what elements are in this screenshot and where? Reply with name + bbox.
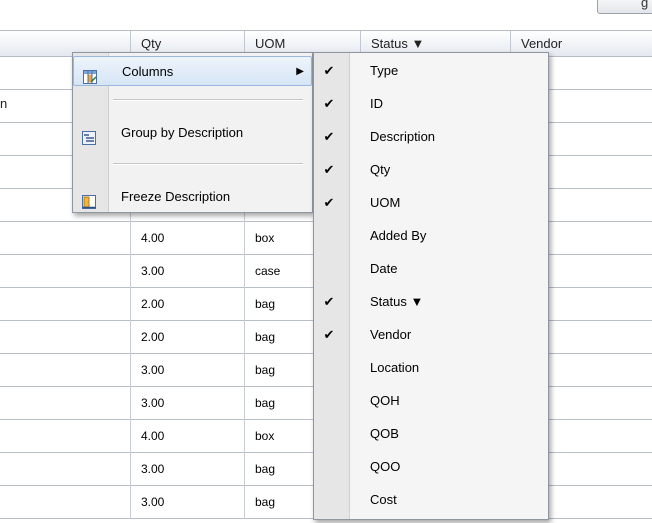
cell-description: [0, 486, 130, 519]
submenu-item-column[interactable]: ✔ Status ▼: [314, 285, 548, 318]
cell-qty: 3.00: [130, 255, 244, 288]
context-menu: Columns ▶ Group by Description Freeze De…: [72, 52, 313, 213]
submenu-item-column[interactable]: Location: [314, 351, 548, 384]
cell-description: [0, 321, 130, 354]
toolbar-area: g: [0, 0, 652, 30]
submenu-item-column[interactable]: ✔ Qty: [314, 153, 548, 186]
submenu-item-column[interactable]: ✔ Vendor: [314, 318, 548, 351]
submenu-item-column[interactable]: Cost: [314, 483, 548, 516]
menu-separator: [113, 99, 303, 101]
menu-item-freeze-label: Freeze Description: [121, 189, 231, 204]
submenu-item-label: QOO: [370, 459, 401, 474]
menu-item-group-by-description[interactable]: Group by Description: [73, 118, 312, 148]
submenu-item-label: Location: [370, 360, 420, 375]
submenu-item-column[interactable]: Added By: [314, 219, 548, 252]
menu-item-freeze-description[interactable]: Freeze Description: [73, 182, 312, 212]
checkmark-icon: ✔: [323, 195, 335, 210]
cell-description: [0, 453, 130, 486]
submenu-item-column[interactable]: Date: [314, 252, 548, 285]
submenu-item-label: Qty: [370, 162, 391, 177]
checkmark-icon: ✔: [323, 63, 335, 78]
cell-description: [0, 288, 130, 321]
checkmark-icon: ✔: [323, 129, 335, 144]
cell-description: [0, 354, 130, 387]
menu-item-columns-label: Columns: [122, 64, 174, 79]
cell-description: [0, 387, 130, 420]
submenu-item-column[interactable]: QOH: [314, 384, 548, 417]
menu-item-columns[interactable]: Columns ▶: [73, 56, 312, 86]
cell-qty: 3.00: [130, 453, 244, 486]
menu-separator: [113, 163, 303, 165]
submenu-item-column[interactable]: ✔ ID: [314, 87, 548, 120]
cell-qty: 2.00: [130, 288, 244, 321]
submenu-item-column[interactable]: ✔ UOM: [314, 186, 548, 219]
cell-description: [0, 420, 130, 453]
submenu-item-label: Vendor: [370, 327, 412, 342]
submenu-item-label: QOH: [370, 393, 400, 408]
submenu-item-column[interactable]: ✔ Type: [314, 54, 548, 87]
submenu-item-label: UOM: [370, 195, 401, 210]
submenu-item-label: QOB: [370, 426, 399, 441]
cell-qty: 2.00: [130, 321, 244, 354]
cell-qty: 4.00: [130, 222, 244, 255]
submenu-item-column[interactable]: QOO: [314, 450, 548, 483]
columns-icon: [83, 65, 97, 84]
menu-item-group-by-label: Group by Description: [121, 125, 244, 140]
cell-qty: 4.00: [130, 420, 244, 453]
checkmark-icon: ✔: [323, 327, 335, 342]
cell-description: [0, 222, 130, 255]
cell-qty: 3.00: [130, 354, 244, 387]
submenu-item-column[interactable]: QOB: [314, 417, 548, 450]
submenu-item-label: Status ▼: [370, 294, 424, 309]
submenu-item-label: ID: [370, 96, 383, 111]
group-by-icon: [82, 126, 96, 145]
checkmark-icon: ✔: [323, 294, 335, 309]
submenu-item-label: Description: [370, 129, 436, 144]
cell-qty: 3.00: [130, 387, 244, 420]
submenu-item-column[interactable]: ✔ Description: [314, 120, 548, 153]
toolbar-button-label: g: [641, 0, 649, 10]
cell-qty: 3.00: [130, 486, 244, 519]
checkmark-icon: ✔: [323, 96, 335, 111]
cell-description: [0, 255, 130, 288]
submenu-item-label: Type: [370, 63, 399, 78]
submenu-item-label: Cost: [370, 492, 397, 507]
submenu-item-label: Date: [370, 261, 398, 276]
checkmark-icon: ✔: [323, 162, 335, 177]
submenu-arrow-icon: ▶: [296, 66, 304, 77]
columns-submenu: ✔ Type ✔ ID ✔ Description ✔ Qty ✔ UOM Added By Date…: [313, 52, 549, 520]
freeze-icon: [82, 190, 96, 209]
submenu-item-label: Added By: [370, 228, 427, 243]
